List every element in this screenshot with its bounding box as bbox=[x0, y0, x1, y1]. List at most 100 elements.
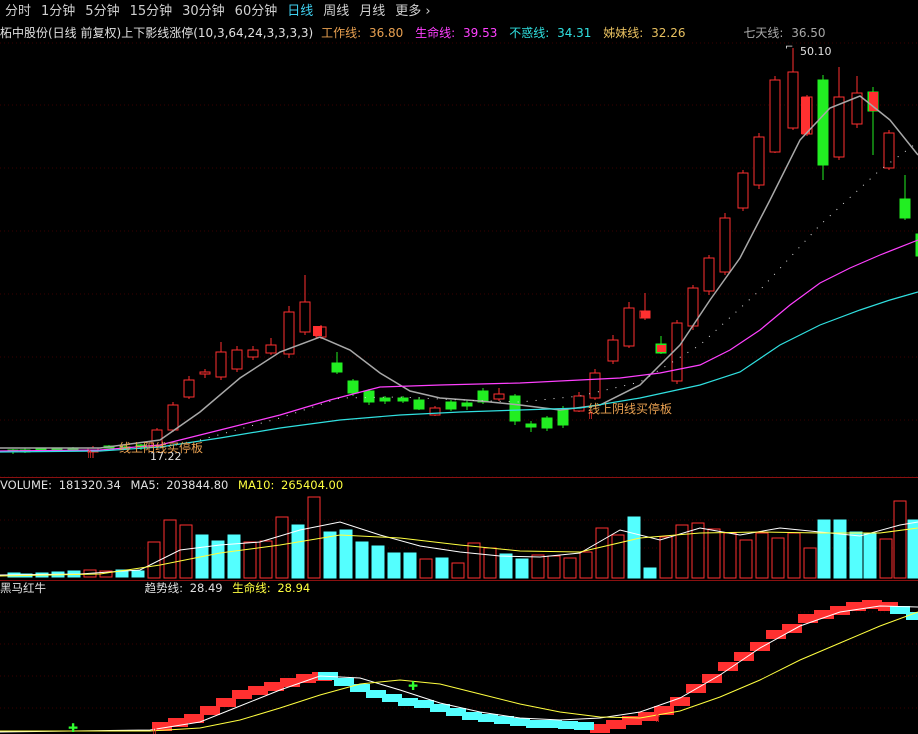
volume-bar bbox=[723, 532, 737, 579]
work-dots bbox=[199, 141, 918, 441]
price-panel: ⇑⇑⌐ bbox=[0, 42, 918, 461]
buy-arrow-icon: ⇑ bbox=[150, 725, 159, 734]
signal-annotation-right: 线上阴线买停板 bbox=[588, 401, 672, 416]
volume-bar bbox=[307, 496, 321, 579]
ma10-readout: MA10: 265404.00 bbox=[238, 478, 344, 492]
candle bbox=[623, 307, 635, 347]
trend-step bbox=[782, 624, 802, 633]
candle bbox=[461, 402, 473, 407]
volume-readout: VOLUME: 181320.34 bbox=[0, 478, 121, 492]
candle bbox=[379, 397, 391, 402]
volume-bar bbox=[435, 557, 449, 579]
volume-bar bbox=[211, 540, 225, 579]
kline-chart[interactable]: ⇑⇑⌐ ✚✚⇑⇑ 50.10 17.22 线上阳线买停板 线上阴线买停板 bbox=[0, 0, 918, 734]
volume-bar bbox=[419, 558, 433, 579]
volume-bar bbox=[371, 545, 385, 579]
volume-bar bbox=[863, 532, 877, 579]
volume-bar bbox=[547, 555, 561, 579]
candle bbox=[899, 198, 911, 219]
volume-bar bbox=[355, 541, 369, 579]
candle-filled bbox=[641, 311, 650, 318]
candle-filled bbox=[657, 345, 666, 352]
ma5-readout: MA5: 203844.80 bbox=[130, 478, 229, 492]
candle bbox=[397, 397, 409, 402]
volume-bar bbox=[467, 542, 481, 579]
volume-bar bbox=[403, 552, 417, 579]
volume-bar bbox=[771, 537, 785, 579]
candle bbox=[199, 371, 211, 375]
trend-step bbox=[574, 722, 594, 730]
volume-bar bbox=[147, 541, 161, 579]
indicator-panel: ✚ ✚ ⇑ ⇑ bbox=[0, 600, 918, 734]
candle bbox=[299, 301, 311, 333]
volume-bar bbox=[893, 500, 907, 579]
candle bbox=[215, 351, 227, 378]
candle bbox=[363, 390, 375, 403]
candle bbox=[265, 344, 277, 354]
candle bbox=[541, 417, 553, 429]
volume-bar bbox=[579, 551, 593, 579]
volume-bar bbox=[563, 557, 577, 579]
volume-bar bbox=[595, 527, 609, 579]
trend-step bbox=[734, 652, 754, 661]
volume-bar bbox=[817, 519, 831, 579]
candle bbox=[607, 339, 619, 362]
volume-bar bbox=[275, 516, 289, 579]
volume-bar bbox=[691, 522, 705, 579]
bhx-line bbox=[0, 291, 918, 453]
indicator-name[interactable]: 黑马红牛 bbox=[0, 581, 46, 595]
ind-life-readout: 生命线: 28.94 bbox=[232, 581, 311, 595]
volume-bar bbox=[227, 534, 241, 579]
volume-bar bbox=[483, 547, 497, 579]
candle bbox=[703, 257, 715, 292]
candle bbox=[589, 372, 601, 399]
candle bbox=[347, 380, 359, 394]
candle bbox=[817, 79, 829, 166]
volume-bar bbox=[803, 547, 817, 579]
candle bbox=[493, 393, 505, 400]
candle bbox=[883, 132, 895, 169]
trend-step bbox=[216, 698, 236, 707]
candle-filled bbox=[801, 97, 810, 134]
candle bbox=[183, 379, 195, 398]
volume-bar bbox=[243, 541, 257, 579]
candle bbox=[247, 349, 259, 358]
candle bbox=[557, 409, 569, 426]
volume-bar bbox=[163, 519, 177, 579]
candle bbox=[769, 79, 781, 153]
volume-bar bbox=[499, 553, 513, 579]
volume-bar bbox=[739, 539, 753, 579]
volume-bar bbox=[131, 570, 145, 578]
peak-marker-icon: ⌐ bbox=[785, 42, 793, 53]
volume-panel bbox=[0, 496, 918, 579]
indicator-header: 黑马红牛 趋势线: 28.49 生命线: 28.94 bbox=[0, 581, 918, 596]
candle bbox=[231, 349, 243, 370]
candle bbox=[167, 404, 179, 431]
buy-arrow-icon: ⇑ bbox=[85, 448, 94, 461]
candle bbox=[413, 399, 425, 410]
volume-header: VOLUME: 181320.34 MA5: 203844.80 MA10: 2… bbox=[0, 478, 918, 493]
volume-bar bbox=[707, 528, 721, 579]
candle bbox=[331, 362, 343, 373]
candle bbox=[753, 136, 765, 186]
candle bbox=[525, 423, 537, 428]
candle-filled bbox=[313, 326, 322, 336]
volume-bar bbox=[833, 519, 847, 579]
volume-bar bbox=[611, 534, 625, 579]
volume-bar bbox=[387, 552, 401, 579]
volume-bar bbox=[849, 531, 863, 579]
trend-step bbox=[200, 706, 220, 715]
volume-bar bbox=[879, 538, 893, 579]
volume-bar bbox=[531, 554, 545, 579]
volume-bar bbox=[643, 567, 657, 579]
candle bbox=[719, 217, 731, 273]
signal-annotation-left: 线上阳线买停板 bbox=[119, 440, 203, 455]
trend-step bbox=[750, 642, 770, 651]
candle bbox=[787, 71, 799, 129]
volume-bar bbox=[451, 562, 465, 579]
volume-bar bbox=[515, 558, 529, 579]
trend-readout: 趋势线: 28.49 bbox=[144, 581, 223, 595]
buy-arrow-icon: ⇑ bbox=[653, 712, 662, 725]
buy-arrow-icon: ✚ bbox=[68, 721, 78, 734]
candle bbox=[737, 172, 749, 209]
